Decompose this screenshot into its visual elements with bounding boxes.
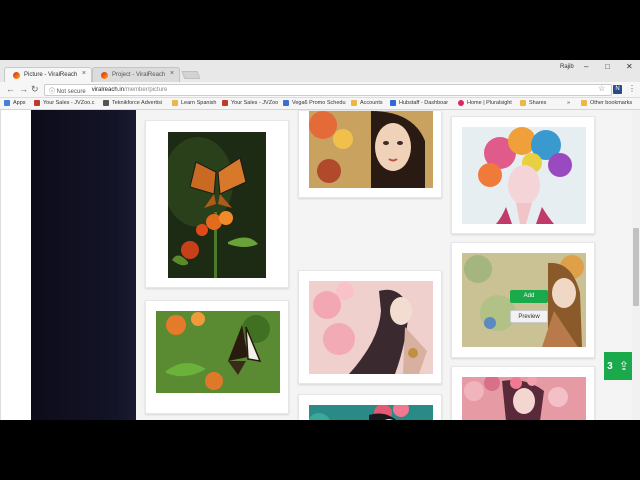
gallery-image-fantasy-girl-pink[interactable] xyxy=(462,377,586,420)
tab-close-icon[interactable]: × xyxy=(82,70,86,77)
tab-close-icon[interactable]: × xyxy=(170,70,174,77)
profile-name[interactable]: Rajib xyxy=(560,64,574,70)
bookmark-teknikforce[interactable]: Teknikforce Advertisi xyxy=(103,100,162,106)
gallery-card[interactable] xyxy=(451,116,595,234)
back-icon[interactable]: ← xyxy=(6,84,15,94)
gallery-image-fantasy-girl-teal-peony[interactable] xyxy=(309,405,433,420)
url-host: viralreach.in xyxy=(91,87,125,93)
gallery-image-butterfly-on-leaf[interactable] xyxy=(156,311,280,393)
gallery-image-fantasy-girl-pink-blossoms[interactable] xyxy=(309,281,433,374)
apps-grid-icon xyxy=(4,100,10,106)
bookmark-apps[interactable]: Apps xyxy=(4,100,26,106)
bookmarks-overflow-chevron[interactable]: » xyxy=(567,100,570,106)
bookmark-shares[interactable]: Shares xyxy=(520,100,546,106)
tab-picture[interactable]: Picture - ViralReach × xyxy=(4,67,92,82)
screen: Picture - ViralReach × Project - ViralRe… xyxy=(0,0,640,480)
address-toolbar: ← → ↻ ⓘ Not secure viralreach.in /member… xyxy=(0,82,640,98)
bookmark-learn-spanish[interactable]: Learn Spanish xyxy=(172,100,216,106)
vega6-icon xyxy=(283,100,289,106)
upload-arrow-icon: ⇪ xyxy=(618,359,629,373)
page-edge xyxy=(0,110,1,420)
bookmark-other[interactable]: Other bookmarks xyxy=(581,100,632,106)
maximize-button[interactable]: □ xyxy=(605,62,610,71)
tab-project[interactable]: Project - ViralReach × xyxy=(92,67,180,82)
bookmark-vega6[interactable]: Vega6 Promo Schedu xyxy=(283,100,346,106)
browser-window: Picture - ViralReach × Project - ViralRe… xyxy=(0,60,640,420)
page-scrollbar-thumb[interactable] xyxy=(633,228,639,306)
add-image-button[interactable]: Add xyxy=(510,290,548,303)
extension-icon[interactable]: N xyxy=(613,85,622,94)
forward-icon[interactable]: → xyxy=(19,84,28,94)
teknikforce-icon xyxy=(103,100,109,106)
gallery-card[interactable] xyxy=(298,270,442,384)
bookmark-hubstaff[interactable]: Hubstaff - Dashboar xyxy=(390,100,448,106)
jvzoo-icon xyxy=(34,100,40,106)
viralreach-favicon-icon xyxy=(101,71,108,79)
folder-icon xyxy=(172,100,178,106)
tab-strip: Picture - ViralReach × Project - ViralRe… xyxy=(0,60,640,82)
gallery-image-colorful-floral-headdress[interactable] xyxy=(462,127,586,224)
viralreach-favicon-icon xyxy=(13,71,20,79)
gallery-card[interactable] xyxy=(145,120,289,288)
close-window-button[interactable]: ✕ xyxy=(626,62,633,71)
bookmark-jvzoo-sales[interactable]: Your Sales - JVZoo.c xyxy=(34,100,94,106)
security-indicator[interactable]: ⓘ Not secure xyxy=(49,86,86,95)
bookmarks-bar: Apps Your Sales - JVZoo.c Teknikforce Ad… xyxy=(0,98,640,110)
preview-image-button[interactable]: Preview xyxy=(510,310,548,323)
gallery-card[interactable] xyxy=(298,394,442,420)
gallery-card[interactable] xyxy=(298,110,442,198)
gallery-image-fantasy-girl-flowers[interactable] xyxy=(309,111,433,188)
page-viewport: Add Preview 3 ⇪ xyxy=(0,110,640,420)
bookmark-star-icon[interactable]: ☆ xyxy=(598,84,605,93)
bookmark-jvzoo-sales-2[interactable]: Your Sales - JVZoo xyxy=(222,100,278,106)
tab-title: Picture - ViralReach xyxy=(24,72,78,78)
hubstaff-icon xyxy=(390,100,396,106)
minimize-button[interactable]: – xyxy=(584,62,588,71)
folder-icon xyxy=(581,100,587,106)
tab-title: Project - ViralReach xyxy=(112,72,166,78)
selected-images-upload-button[interactable]: 3 ⇪ xyxy=(604,352,632,380)
folder-icon xyxy=(351,100,357,106)
new-tab-button[interactable] xyxy=(181,71,201,79)
reload-icon[interactable]: ↻ xyxy=(31,84,39,95)
jvzoo-icon xyxy=(222,100,228,106)
gallery-card[interactable] xyxy=(145,300,289,414)
pluralsight-icon xyxy=(458,100,464,106)
dark-sidebar xyxy=(31,110,136,420)
gallery-card[interactable] xyxy=(451,366,595,420)
gallery-image-butterfly-on-flower[interactable] xyxy=(168,132,266,278)
url-path: /member/picture xyxy=(124,87,168,93)
selected-count-badge: 3 xyxy=(607,360,613,372)
bookmark-pluralsight[interactable]: Home | Pluralsight xyxy=(458,100,512,106)
chrome-menu-icon[interactable]: ⋮ xyxy=(628,84,636,93)
address-bar[interactable]: ⓘ Not secure viralreach.in /member/pictu… xyxy=(44,84,612,96)
bookmark-accounts[interactable]: Accounts xyxy=(351,100,383,106)
folder-icon xyxy=(520,100,526,106)
